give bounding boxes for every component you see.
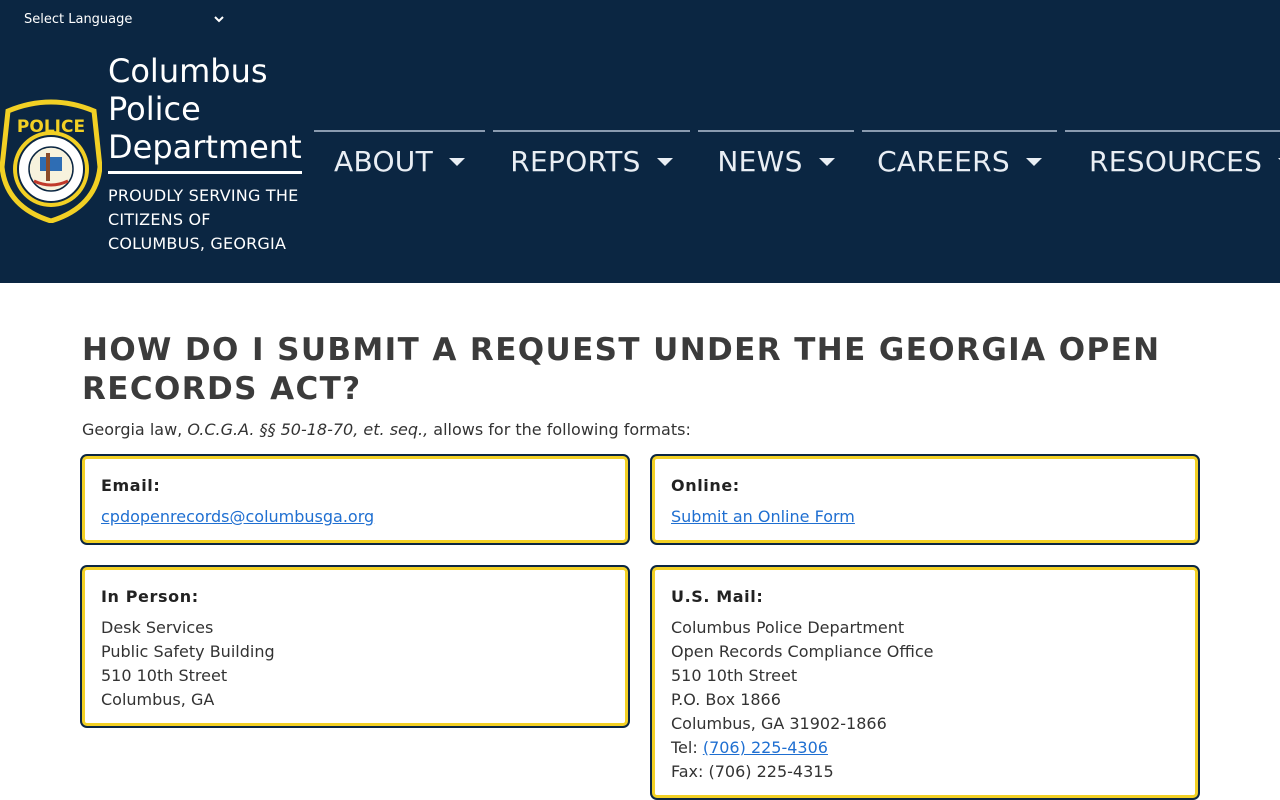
card-label: Email: — [101, 476, 161, 495]
intro-after: allows for the following formats: — [428, 420, 691, 439]
address-line: P.O. Box 1866 — [671, 690, 781, 709]
caret-down-icon — [818, 158, 835, 166]
card-label: U.S. Mail: — [671, 587, 764, 606]
fax-line: Fax: (706) 225-4315 — [671, 762, 834, 781]
mail-card: U.S. Mail: Columbus Police Department Op… — [652, 567, 1198, 798]
nav-label: RESOURCES — [1089, 144, 1263, 178]
address-line: 510 10th Street — [101, 666, 228, 685]
chevron-down-icon — [212, 12, 226, 26]
address-line: Columbus, GA — [101, 690, 215, 709]
address-line: Desk Services — [101, 618, 214, 637]
nav-item-about[interactable]: ABOUT — [314, 130, 485, 190]
tagline-line: COLUMBUS, GEORGIA — [108, 234, 287, 253]
language-select[interactable]: Select Language — [20, 8, 230, 30]
card-label: In Person: — [101, 587, 199, 606]
nav-label: NEWS — [717, 144, 803, 178]
language-select-label: Select Language — [24, 11, 133, 27]
card-label: Online: — [671, 476, 740, 495]
main-navigation: ABOUT REPORTS NEWS CAREERS RESOURCES — [0, 130, 1280, 190]
nav-label: ABOUT — [333, 144, 433, 178]
nav-item-news[interactable]: NEWS — [698, 130, 854, 190]
tagline-line: CITIZENS OF — [108, 210, 211, 229]
phone-label: Tel: — [671, 738, 703, 757]
online-card: Online: Submit an Online Form — [652, 456, 1198, 543]
nav-item-resources[interactable]: RESOURCES — [1065, 130, 1280, 190]
online-form-link[interactable]: Submit an Online Form — [671, 507, 855, 526]
caret-down-icon — [656, 158, 673, 166]
phone-line: Tel: (706) 225-4306 — [671, 736, 1179, 760]
caret-down-icon — [1025, 158, 1042, 166]
address-line: Public Safety Building — [101, 642, 275, 661]
nav-item-careers[interactable]: CAREERS — [862, 130, 1057, 190]
address-line: Open Records Compliance Office — [671, 642, 934, 661]
site-tagline: PROUDLY SERVING THE CITIZENS OF COLUMBUS… — [108, 184, 304, 256]
email-link[interactable]: cpdopenrecords@columbusga.org — [101, 507, 374, 526]
nav-label: REPORTS — [510, 144, 641, 178]
in-person-card: In Person: Desk Services Public Safety B… — [82, 567, 628, 726]
intro-before: Georgia law, — [82, 420, 188, 439]
site-header: Select Language POLICE Columbus Police D… — [0, 0, 1280, 283]
address-line: Columbus, GA 31902-1866 — [671, 714, 887, 733]
intro-text: Georgia law, O.C.G.A. §§ 50-18-70, et. s… — [82, 419, 1202, 441]
address-line: 510 10th Street — [671, 666, 798, 685]
main-content: HOW DO I SUBMIT A REQUEST UNDER THE GEOR… — [82, 283, 1202, 441]
nav-item-reports[interactable]: REPORTS — [493, 130, 690, 190]
email-card: Email: cpdopenrecords@columbusga.org — [82, 456, 628, 543]
intro-citation: O.C.G.A. §§ 50-18-70, et. seq., — [187, 420, 429, 439]
phone-link[interactable]: (706) 225-4306 — [703, 738, 828, 757]
page-heading: HOW DO I SUBMIT A REQUEST UNDER THE GEOR… — [82, 332, 1161, 407]
nav-label: CAREERS — [877, 144, 1010, 178]
site-title-line: Columbus — [108, 52, 268, 90]
caret-down-icon — [449, 158, 465, 166]
address-line: Columbus Police Department — [671, 618, 905, 637]
site-title-line: Police — [108, 90, 201, 128]
